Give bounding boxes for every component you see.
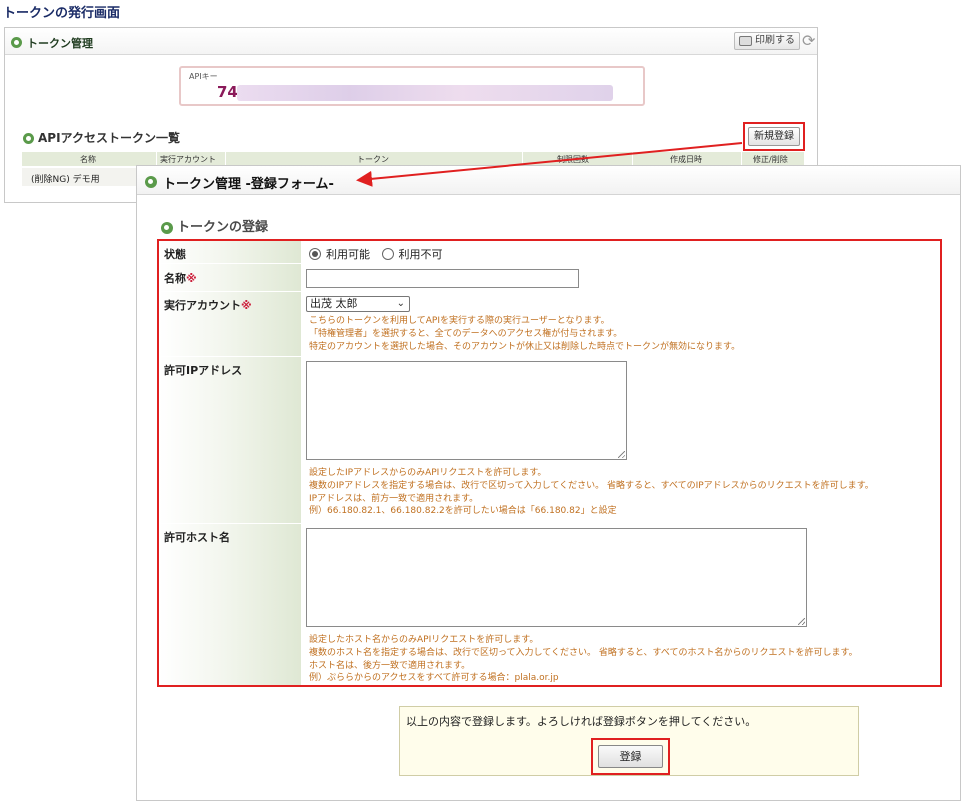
annotation-arrow: [356, 142, 743, 187]
